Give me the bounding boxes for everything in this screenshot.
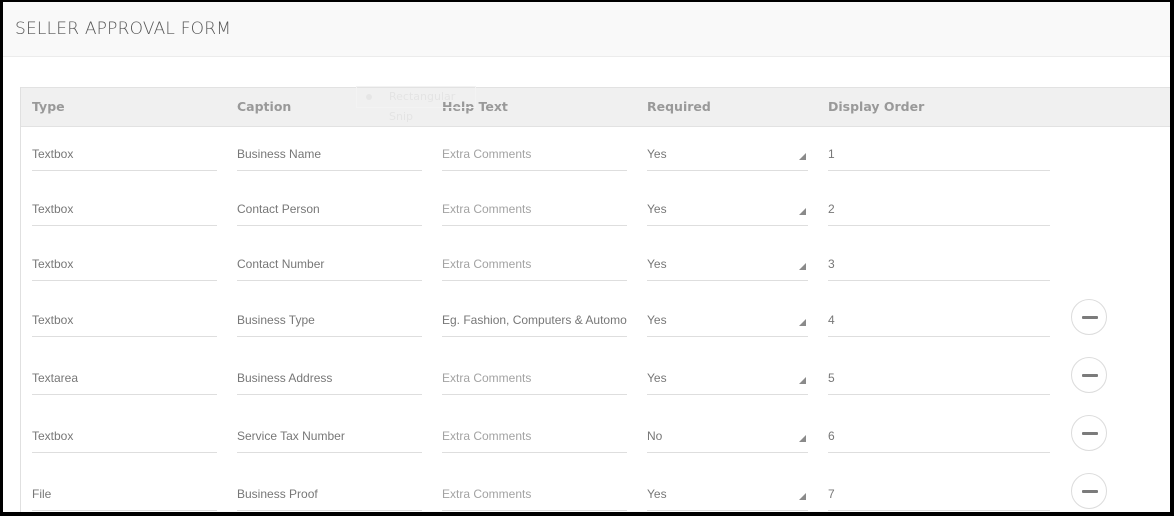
column-header-caption: Caption	[237, 99, 292, 114]
display-order-input[interactable]: 4	[828, 293, 1050, 337]
table-row: Textbox Contact Person Extra Comments Ye…	[21, 182, 1170, 237]
type-field[interactable]: Textbox	[32, 409, 217, 453]
dropdown-arrow-icon	[799, 377, 806, 384]
table-row: File Business Proof Extra Comments Yes 7	[21, 467, 1170, 512]
form-fields-table: Type Caption Help Text Required Display …	[20, 86, 1170, 512]
dropdown-arrow-icon	[799, 263, 806, 270]
dropdown-arrow-icon	[799, 208, 806, 215]
dropdown-arrow-icon	[799, 435, 806, 442]
help-text-input[interactable]: Eg. Fashion, Computers & Automo	[442, 293, 627, 337]
display-order-input[interactable]: 6	[828, 409, 1050, 453]
required-value: Yes	[647, 257, 667, 271]
minus-icon	[1082, 316, 1098, 319]
required-select[interactable]: Yes	[647, 182, 808, 226]
required-value: Yes	[647, 202, 667, 216]
type-field[interactable]: Textbox	[32, 127, 217, 171]
type-field[interactable]: Textbox	[32, 293, 217, 337]
minus-icon	[1082, 490, 1098, 493]
required-value: Yes	[647, 487, 667, 501]
caption-input[interactable]: Business Address	[237, 351, 422, 395]
type-field[interactable]: Textbox	[32, 237, 217, 281]
help-text-input[interactable]: Extra Comments	[442, 467, 627, 511]
required-value: Yes	[647, 371, 667, 385]
help-text-input[interactable]: Extra Comments	[442, 409, 627, 453]
required-select[interactable]: Yes	[647, 127, 808, 171]
dropdown-arrow-icon	[799, 493, 806, 500]
type-field[interactable]: File	[32, 467, 217, 511]
table-header: Type Caption Help Text Required Display …	[21, 86, 1170, 127]
remove-row-button[interactable]	[1071, 473, 1107, 509]
column-header-type: Type	[32, 99, 65, 114]
required-value: Yes	[647, 313, 667, 327]
column-header-required: Required	[647, 99, 711, 114]
app-window: SELLER APPROVAL FORM Type Caption Help T…	[3, 2, 1170, 512]
display-order-input[interactable]: 3	[828, 237, 1050, 281]
required-select[interactable]: Yes	[647, 237, 808, 281]
caption-input[interactable]: Contact Person	[237, 182, 422, 226]
table-row: Textbox Business Name Extra Comments Yes…	[21, 127, 1170, 182]
required-select[interactable]: No	[647, 409, 808, 453]
table-row: Textbox Business Type Eg. Fashion, Compu…	[21, 293, 1170, 348]
page-header: SELLER APPROVAL FORM	[3, 2, 1170, 57]
help-text-input[interactable]: Extra Comments	[442, 351, 627, 395]
table-row: Textarea Business Address Extra Comments…	[21, 351, 1170, 406]
caption-input[interactable]: Business Name	[237, 127, 422, 171]
dropdown-arrow-icon	[799, 319, 806, 326]
required-select[interactable]: Yes	[647, 351, 808, 395]
display-order-input[interactable]: 2	[828, 182, 1050, 226]
display-order-input[interactable]: 1	[828, 127, 1050, 171]
remove-row-button[interactable]	[1071, 415, 1107, 451]
table-row: Textbox Service Tax Number Extra Comment…	[21, 409, 1170, 464]
type-field[interactable]: Textbox	[32, 182, 217, 226]
snip-icon	[366, 94, 372, 100]
minus-icon	[1082, 432, 1098, 435]
help-text-input[interactable]: Extra Comments	[442, 127, 627, 171]
type-field[interactable]: Textarea	[32, 351, 217, 395]
page-title: SELLER APPROVAL FORM	[15, 19, 232, 39]
remove-row-button[interactable]	[1071, 357, 1107, 393]
required-value: No	[647, 429, 663, 443]
column-header-display-order: Display Order	[828, 99, 925, 114]
caption-input[interactable]: Service Tax Number	[237, 409, 422, 453]
display-order-input[interactable]: 5	[828, 351, 1050, 395]
snip-tool-ghost: Rectangular Snip	[356, 86, 476, 123]
display-order-input[interactable]: 7	[828, 467, 1050, 511]
required-select[interactable]: Yes	[647, 467, 808, 511]
caption-input[interactable]: Contact Number	[237, 237, 422, 281]
remove-row-button[interactable]	[1071, 299, 1107, 335]
caption-input[interactable]: Business Proof	[237, 467, 422, 511]
help-text-input[interactable]: Extra Comments	[442, 182, 627, 226]
help-text-input[interactable]: Extra Comments	[442, 237, 627, 281]
minus-icon	[1082, 374, 1098, 377]
required-value: Yes	[647, 147, 667, 161]
dropdown-arrow-icon	[799, 153, 806, 160]
table-row: Textbox Contact Number Extra Comments Ye…	[21, 237, 1170, 292]
caption-input[interactable]: Business Type	[237, 293, 422, 337]
required-select[interactable]: Yes	[647, 293, 808, 337]
